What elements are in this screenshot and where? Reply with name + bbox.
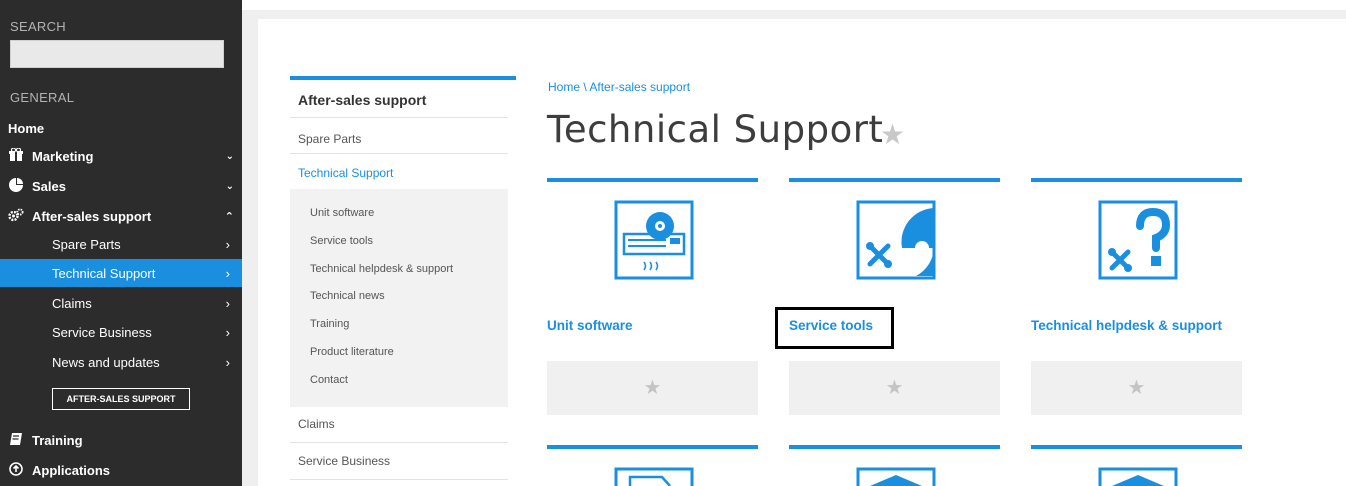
section-nav-item-claims[interactable]: Claims: [298, 417, 335, 431]
divider: [290, 153, 508, 154]
chevron-down-icon: ⌄: [225, 150, 234, 162]
divider: [290, 479, 508, 480]
sidebar-item-label: Marketing: [32, 148, 94, 164]
service-tools-icon: [856, 200, 936, 280]
content-frame-top: [242, 10, 1346, 19]
sidebar-subitem-label: Technical Support: [52, 265, 156, 281]
divider: [290, 442, 508, 443]
section-nav-item-spare-parts[interactable]: Spare Parts: [298, 132, 361, 146]
sidebar: SEARCH GENERAL Home Marketing ⌄ Sales ⌄ …: [0, 0, 242, 486]
section-nav-child-unit-software[interactable]: Unit software: [310, 207, 374, 219]
section-nav-child-technical-news[interactable]: Technical news: [310, 290, 385, 302]
sidebar-subitem-technical-support[interactable]: Technical Support ›: [0, 259, 242, 287]
divider: [290, 117, 508, 118]
sidebar-item-home[interactable]: Home: [8, 114, 234, 142]
chevron-right-icon: ›: [225, 236, 230, 252]
sidebar-item-label: Home: [8, 120, 45, 136]
card-row2-2[interactable]: [789, 445, 1000, 486]
pie-chart-icon: [8, 177, 24, 195]
section-nav-item-service-business[interactable]: Service Business: [298, 454, 390, 468]
chevron-right-icon: ›: [225, 295, 230, 311]
sidebar-item-label: After-sales support: [32, 208, 152, 224]
section-nav-child-contact[interactable]: Contact: [310, 374, 348, 386]
gears-icon: [8, 208, 24, 225]
section-nav-child-service-tools[interactable]: Service tools: [310, 235, 373, 247]
sidebar-item-label: Applications: [32, 462, 111, 478]
chevron-right-icon: ›: [225, 265, 230, 281]
sidebar-subitem-label: Spare Parts: [52, 236, 121, 252]
section-nav-accent-bar: [290, 76, 516, 80]
sidebar-subitem-spare-parts[interactable]: Spare Parts ›: [0, 230, 242, 258]
section-nav-title: After-sales support: [298, 92, 427, 108]
graduation-cap-icon: [856, 467, 936, 486]
sidebar-item-label: Sales: [32, 178, 66, 194]
content-frame-left: [242, 10, 258, 486]
sidebar-subitem-claims[interactable]: Claims ›: [0, 289, 242, 317]
sidebar-subitem-label: News and updates: [52, 354, 160, 370]
card-row2-1[interactable]: [547, 445, 758, 486]
book-icon: [8, 432, 24, 449]
sidebar-subitem-label: Claims: [52, 295, 92, 311]
section-nav-item-technical-support[interactable]: Technical Support: [298, 166, 393, 180]
card-label[interactable]: Technical helpdesk & support: [1031, 318, 1222, 333]
sidebar-item-marketing[interactable]: Marketing ⌄: [8, 142, 234, 170]
sidebar-item-training[interactable]: Training: [8, 426, 234, 454]
sidebar-item-sales[interactable]: Sales ⌄: [8, 172, 234, 200]
sidebar-subitem-news-and-updates[interactable]: News and updates ›: [0, 348, 242, 376]
document-icon: [614, 467, 694, 486]
general-section-label: GENERAL: [10, 90, 75, 105]
chevron-right-icon: ›: [225, 354, 230, 370]
card-accent-bar: [547, 445, 758, 449]
search-input[interactable]: [10, 40, 224, 68]
after-sales-support-button[interactable]: AFTER-SALES SUPPORT: [52, 388, 190, 410]
sidebar-item-after-sales[interactable]: After-sales support ⌃: [8, 202, 234, 230]
sidebar-item-label: Training: [32, 432, 83, 448]
section-nav-child-technical-helpdesk[interactable]: Technical helpdesk & support: [310, 263, 453, 275]
helpdesk-icon: [1098, 200, 1178, 280]
card-accent-bar: [1031, 178, 1242, 182]
card-accent-bar: [547, 178, 758, 182]
card-row2-3[interactable]: [1031, 445, 1242, 486]
sidebar-subitem-service-business[interactable]: Service Business ›: [0, 318, 242, 346]
circle-arrow-icon: [8, 461, 24, 479]
card-accent-bar: [789, 178, 1000, 182]
card-accent-bar: [789, 445, 1000, 449]
page-title: Technical Support: [547, 108, 884, 151]
favorite-star-icon[interactable]: ★: [789, 361, 1000, 415]
highlight-box: [775, 307, 894, 349]
favorite-star-icon[interactable]: ★: [1031, 361, 1242, 415]
section-nav-subpanel: Unit software Service tools Technical he…: [290, 189, 508, 407]
favorite-star-icon[interactable]: ★: [880, 118, 905, 151]
section-nav-child-product-literature[interactable]: Product literature: [310, 346, 394, 358]
card-accent-bar: [1031, 445, 1242, 449]
sidebar-item-applications[interactable]: Applications: [8, 456, 234, 484]
search-label: SEARCH: [10, 19, 66, 34]
graduation-cap-icon: [1098, 467, 1178, 486]
unit-software-icon: [614, 200, 694, 280]
card-label[interactable]: Unit software: [547, 318, 633, 333]
favorite-star-icon[interactable]: ★: [547, 361, 758, 415]
chevron-down-icon: ⌄: [225, 180, 234, 192]
section-nav: After-sales support Spare Parts Technica…: [290, 76, 516, 480]
chevron-up-icon: ⌃: [224, 210, 234, 223]
gift-icon: [8, 146, 24, 165]
chevron-right-icon: ›: [225, 324, 230, 340]
breadcrumb[interactable]: Home \ After-sales support: [548, 80, 690, 94]
sidebar-subitem-label: Service Business: [52, 324, 152, 340]
section-nav-child-training[interactable]: Training: [310, 318, 349, 330]
